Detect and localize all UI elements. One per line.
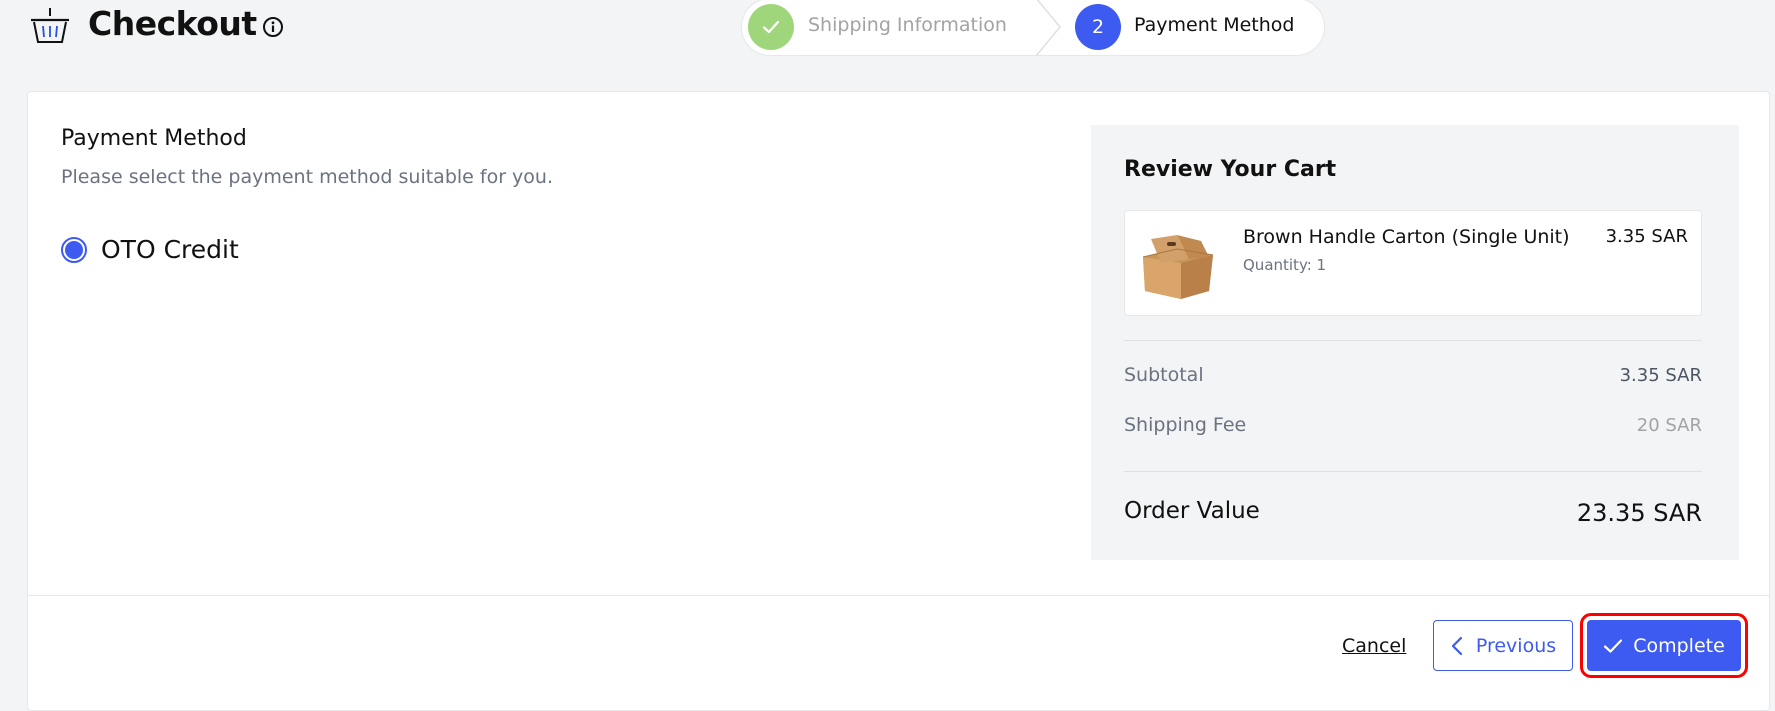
radio-selected-dot xyxy=(65,240,83,259)
cancel-link[interactable]: Cancel xyxy=(1342,635,1406,657)
product-quantity: Quantity: 1 xyxy=(1243,256,1327,274)
header: Checkout Shipping Information 2 Payment … xyxy=(0,0,1775,90)
footer-divider xyxy=(28,595,1769,596)
payment-method-title: Payment Method xyxy=(61,126,247,151)
payment-option-oto-credit[interactable]: OTO Credit xyxy=(61,235,239,264)
page-title: Checkout xyxy=(88,4,257,43)
product-image xyxy=(1142,235,1214,299)
cart-summary-panel: Review Your Cart Brown Handle Carton (Si… xyxy=(1091,125,1739,560)
step-shipping-information[interactable]: Shipping Information xyxy=(808,14,1007,36)
cart-title: Review Your Cart xyxy=(1124,157,1337,182)
previous-button-label: Previous xyxy=(1475,634,1557,657)
basket-icon xyxy=(31,8,69,43)
order-value-amount: 23.35 SAR xyxy=(1576,499,1702,527)
order-value-label: Order Value xyxy=(1124,498,1260,524)
chevron-left-icon xyxy=(1451,636,1462,655)
product-price: 3.35 SAR xyxy=(1605,226,1688,247)
info-icon[interactable] xyxy=(262,16,284,38)
radio-button-selected[interactable] xyxy=(61,236,87,263)
step-completed-indicator xyxy=(748,4,794,50)
step-payment-method[interactable]: Payment Method xyxy=(1134,14,1294,36)
step-number-badge: 2 xyxy=(1075,4,1121,50)
previous-button[interactable]: Previous xyxy=(1433,620,1573,671)
cart-item: Brown Handle Carton (Single Unit) Quanti… xyxy=(1124,210,1702,316)
step-separator xyxy=(1035,0,1061,56)
complete-button-label: Complete xyxy=(1633,634,1725,657)
divider xyxy=(1124,340,1702,341)
shipping-fee-value: 20 SAR xyxy=(1636,415,1702,436)
payment-method-subtitle: Please select the payment method suitabl… xyxy=(61,166,553,188)
checkout-card: Payment Method Please select the payment… xyxy=(27,91,1770,711)
check-icon xyxy=(762,20,780,34)
complete-button[interactable]: Complete xyxy=(1580,613,1748,678)
subtotal-value: 3.35 SAR xyxy=(1619,365,1702,386)
payment-option-label: OTO Credit xyxy=(101,235,239,264)
product-name: Brown Handle Carton (Single Unit) xyxy=(1243,226,1570,248)
shipping-fee-label: Shipping Fee xyxy=(1124,414,1247,436)
check-icon xyxy=(1604,638,1623,653)
subtotal-label: Subtotal xyxy=(1124,364,1204,386)
checkout-stepper: Shipping Information 2 Payment Method xyxy=(741,0,1325,56)
divider xyxy=(1124,471,1702,472)
